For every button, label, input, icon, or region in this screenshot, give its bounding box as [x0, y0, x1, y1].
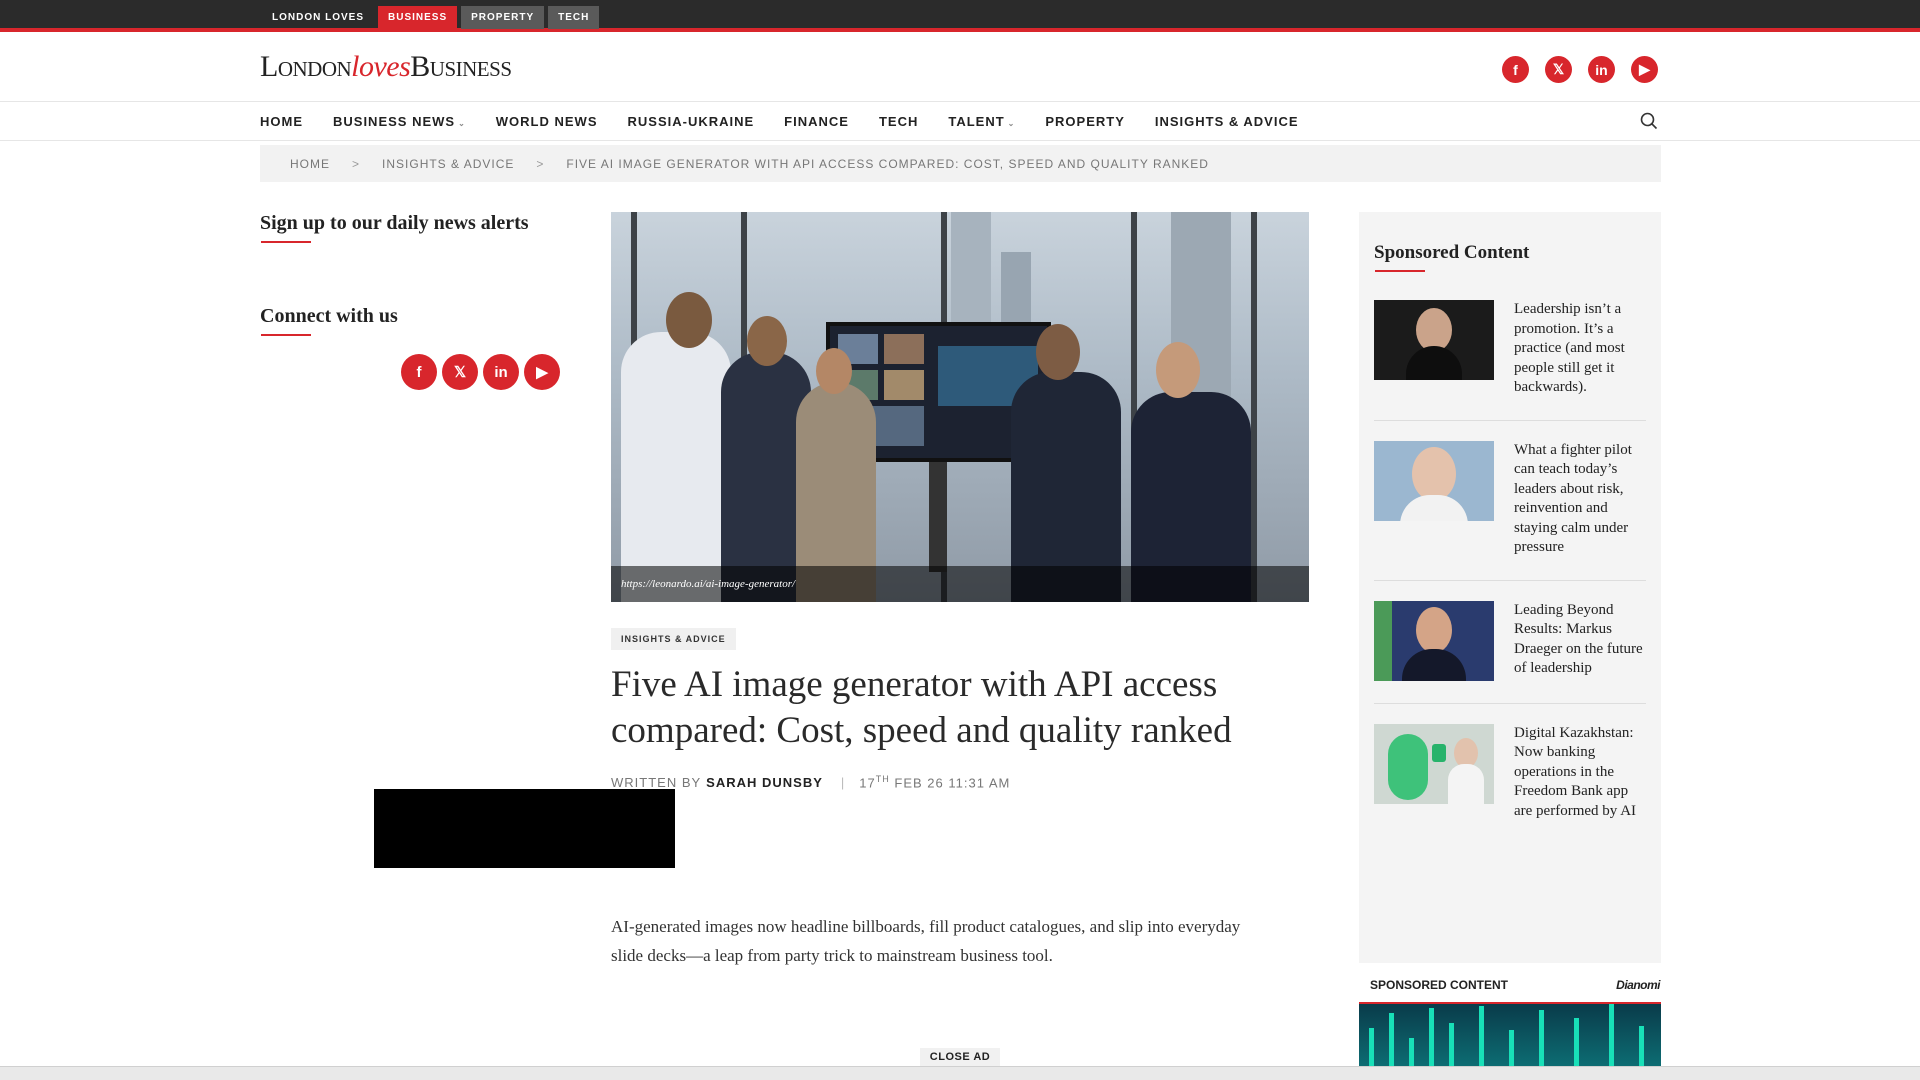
- nav-item-property[interactable]: PROPERTY: [1045, 114, 1125, 129]
- nav-item-insights-advice[interactable]: INSIGHTS & ADVICE: [1155, 114, 1299, 129]
- nav-item-tech[interactable]: TECH: [879, 114, 918, 129]
- sponsored-title: Sponsored Content: [1374, 242, 1661, 272]
- written-by-label: WRITTEN BY: [611, 774, 702, 790]
- site-logo[interactable]: LondonlovesBusiness: [260, 50, 512, 84]
- logo-business: Business: [410, 50, 512, 83]
- sponsored-list: Leadership isn’t a promotion. It’s a pra…: [1374, 300, 1646, 843]
- video-ad[interactable]: [374, 789, 675, 868]
- chevron-down-icon: ⌄: [1007, 119, 1016, 128]
- nav-item-finance[interactable]: FINANCE: [784, 114, 849, 129]
- top-link-property[interactable]: PROPERTY: [461, 6, 545, 29]
- linkedin-icon[interactable]: in: [483, 354, 519, 390]
- screen-tile: [884, 334, 924, 364]
- nav-item-talent[interactable]: TALENT ⌄: [948, 114, 1015, 129]
- screen-tile: [884, 370, 924, 400]
- top-link-business[interactable]: BUSINESS: [378, 6, 458, 29]
- list-item[interactable]: Leadership isn’t a promotion. It’s a pra…: [1374, 300, 1646, 421]
- breadcrumb: HOME > INSIGHTS & ADVICE > FIVE AI IMAGE…: [260, 145, 1661, 182]
- publish-date: 17TH FEB 26 11:31 AM: [859, 774, 1010, 790]
- list-item[interactable]: Digital Kazakhstan: Now banking operatio…: [1374, 723, 1646, 844]
- top-link-tech[interactable]: TECH: [548, 6, 600, 29]
- left-social-links: f 𝕏 in ▶: [401, 354, 560, 390]
- header-social-links: f 𝕏 in ▶: [1502, 56, 1658, 83]
- facebook-icon[interactable]: f: [401, 354, 437, 390]
- list-item[interactable]: Leading Beyond Results: Markus Draeger o…: [1374, 600, 1646, 704]
- nav-item-label: WORLD NEWS: [495, 114, 598, 129]
- sponsored-footer-label: SPONSORED CONTENT: [1370, 978, 1509, 992]
- person-head: [816, 348, 852, 394]
- top-link-london-loves[interactable]: LONDON LOVES: [262, 6, 374, 29]
- nav-item-russia-ukraine[interactable]: RUSSIA-UKRAINE: [628, 114, 755, 129]
- nav-item-label: RUSSIA-UKRAINE: [627, 114, 755, 129]
- person-head: [1156, 342, 1200, 398]
- bottom-ad-bar: [0, 1066, 1920, 1080]
- x-twitter-icon[interactable]: 𝕏: [1545, 56, 1572, 83]
- nav-item-world-news[interactable]: WORLD NEWS: [496, 114, 598, 129]
- person-head: [747, 316, 787, 366]
- list-item[interactable]: What a fighter pilot can teach today’s l…: [1374, 440, 1646, 581]
- author-link[interactable]: SARAH DUNSBY: [706, 775, 823, 790]
- article: https://leonardo.ai/ai-image-generator/ …: [611, 212, 1309, 970]
- logo-loves: loves: [351, 50, 411, 83]
- breadcrumb-separator-icon: >: [536, 156, 545, 171]
- image-caption: https://leonardo.ai/ai-image-generator/: [611, 566, 1309, 602]
- article-hero-image: https://leonardo.ai/ai-image-generator/: [611, 212, 1309, 602]
- article-title: Five AI image generator with API access …: [611, 664, 1232, 751]
- signup-title: Sign up to our daily news alerts: [260, 212, 560, 243]
- breadcrumb-home[interactable]: HOME: [290, 157, 330, 171]
- person-head: [1036, 324, 1080, 380]
- sponsored-thumbnail: [1374, 440, 1494, 521]
- date-rest: FEB 26 11:31 AM: [894, 775, 1011, 791]
- top-bar: LONDON LOVES BUSINESS PROPERTY TECH: [0, 0, 1920, 32]
- meta-divider: |: [840, 774, 846, 790]
- nav-item-business-news[interactable]: BUSINESS NEWS ⌄: [333, 114, 466, 129]
- screen-stand: [929, 462, 947, 572]
- sponsored-ad-image[interactable]: [1359, 1002, 1661, 1068]
- x-twitter-icon[interactable]: 𝕏: [442, 354, 478, 390]
- article-intro: AI-generated images now headline billboa…: [611, 917, 1241, 966]
- linkedin-icon[interactable]: in: [1588, 56, 1615, 83]
- sponsored-thumbnail: [1374, 723, 1494, 804]
- nav-item-label: TALENT: [948, 114, 1005, 129]
- date-day: 17: [859, 775, 876, 791]
- sponsored-thumbnail: [1374, 600, 1494, 681]
- sponsored-headline: Leading Beyond Results: Markus Draeger o…: [1514, 601, 1643, 677]
- breadcrumb-current: FIVE AI IMAGE GENERATOR WITH API ACCESS …: [566, 156, 1209, 171]
- sponsored-headline: What a fighter pilot can teach today’s l…: [1514, 441, 1632, 556]
- category-badge[interactable]: INSIGHTS & ADVICE: [611, 628, 736, 650]
- nav-item-label: INSIGHTS & ADVICE: [1154, 114, 1299, 129]
- main-nav: HOME BUSINESS NEWS ⌄ WORLD NEWS RUSSIA-UK…: [0, 102, 1920, 141]
- nav-item-home[interactable]: HOME: [260, 114, 303, 129]
- connect-title: Connect with us: [260, 305, 560, 336]
- sponsored-thumbnail: [1374, 300, 1494, 380]
- nav-item-label: BUSINESS NEWS: [333, 114, 456, 129]
- logo-london: London: [260, 50, 352, 83]
- window-frame: [1251, 212, 1257, 602]
- breadcrumb-section[interactable]: INSIGHTS & ADVICE: [382, 157, 514, 171]
- date-suffix: TH: [875, 774, 890, 784]
- article-meta: WRITTEN BY SARAH DUNSBY | 17TH FEB 26 11…: [611, 774, 1309, 790]
- sponsored-headline: Digital Kazakhstan: Now banking operatio…: [1514, 724, 1637, 819]
- chevron-down-icon: ⌄: [458, 119, 466, 128]
- sponsored-footer: SPONSORED CONTENT Dianomi: [1370, 978, 1660, 992]
- person-figure: [621, 332, 731, 602]
- facebook-icon[interactable]: f: [1502, 56, 1529, 83]
- nav-item-label: HOME: [260, 114, 303, 129]
- person-head: [666, 292, 712, 348]
- left-sidebar: Sign up to our daily news alerts Connect…: [260, 212, 560, 390]
- youtube-icon[interactable]: ▶: [524, 354, 560, 390]
- top-bar-links: LONDON LOVES BUSINESS PROPERTY TECH: [262, 6, 600, 29]
- search-icon[interactable]: [1640, 112, 1658, 130]
- nav-item-label: FINANCE: [784, 114, 849, 129]
- nav-items: HOME BUSINESS NEWS ⌄ WORLD NEWS RUSSIA-UK…: [260, 102, 1299, 141]
- close-ad-button[interactable]: CLOSE AD: [920, 1048, 1000, 1066]
- breadcrumb-separator-icon: >: [352, 156, 361, 171]
- dianomi-logo[interactable]: Dianomi: [1616, 978, 1660, 992]
- nav-item-label: TECH: [878, 114, 919, 129]
- youtube-icon[interactable]: ▶: [1631, 56, 1658, 83]
- sponsored-sidebar: Sponsored Content Leadership isn’t a pro…: [1359, 212, 1661, 963]
- sponsored-headline: Leadership isn’t a promotion. It’s a pra…: [1514, 301, 1625, 395]
- nav-item-label: PROPERTY: [1045, 114, 1125, 129]
- site-header: LondonlovesBusiness f 𝕏 in ▶: [0, 32, 1920, 102]
